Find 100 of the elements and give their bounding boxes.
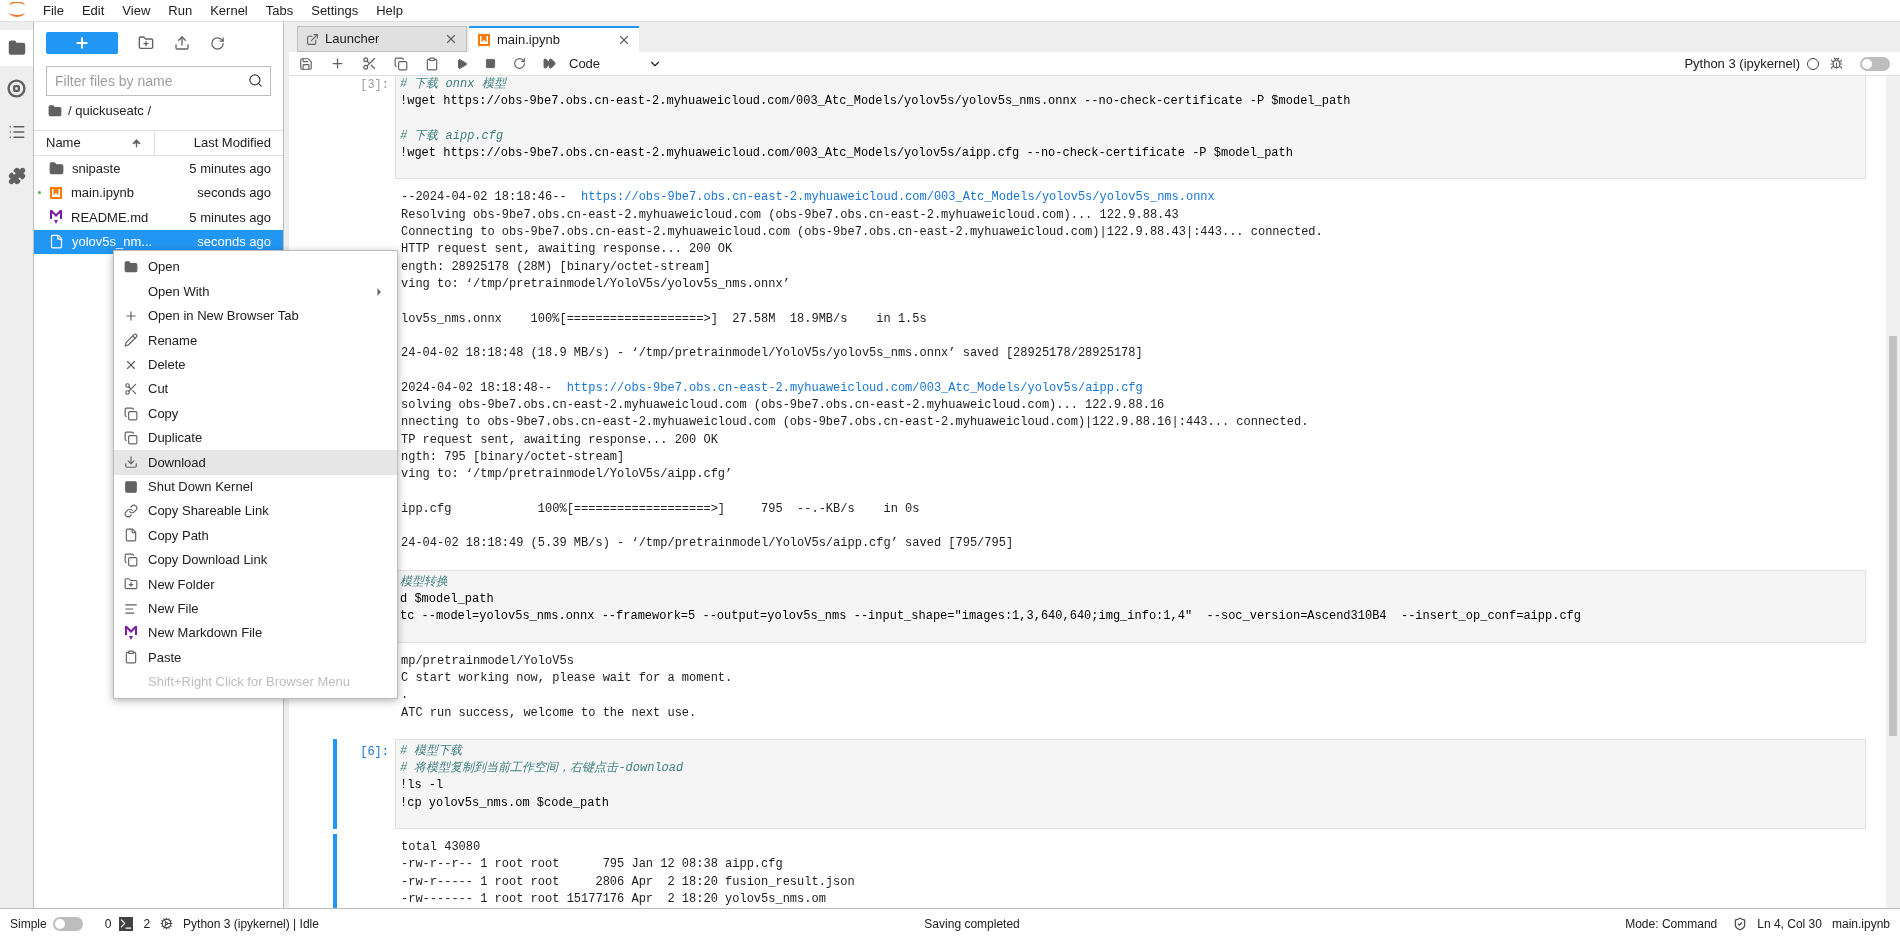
code-line: !ls -l <box>400 777 444 795</box>
menu-item[interactable]: New Folder <box>114 572 397 597</box>
output-text: nnecting to obs-9be7.obs.cn-east-2.myhuaweicloud.com (obs-9be7.obs.cn-east-2.myhuaweicloud.com)|122.9.88.16|:443... connected. <box>401 414 1309 432</box>
menu-item[interactable]: Kernel <box>201 0 257 21</box>
tab[interactable]: Launcher <box>297 26 467 52</box>
clipboard-icon[interactable] <box>425 56 439 71</box>
menu-item[interactable]: Settings <box>302 0 368 21</box>
stop-circle-icon[interactable] <box>7 78 26 98</box>
column-header[interactable]: Name <box>34 131 155 155</box>
output-text: -rw------- 1 root root 15177176 Apr 2 18:20 yolov5s_nms.om <box>401 890 826 908</box>
clipboard-icon <box>124 650 138 665</box>
file-row[interactable]: main.ipynb seconds ago <box>34 180 283 205</box>
code-comment: # 下载 aipp.cfg <box>400 127 504 145</box>
menu-item[interactable]: Run <box>159 0 202 21</box>
breadcrumb[interactable]: / quickuseatc / <box>68 101 152 121</box>
scissors-icon <box>124 382 138 397</box>
menu-item[interactable]: Cut <box>114 376 397 402</box>
scrollbar[interactable] <box>1886 76 1900 908</box>
kernel-name[interactable]: Python 3 (ipykernel) <box>1684 53 1800 74</box>
new-folder-icon[interactable] <box>138 35 154 51</box>
new-folder-icon <box>124 577 138 592</box>
markdown-icon <box>49 209 63 226</box>
menu-item[interactable]: Rename <box>114 328 397 353</box>
plus-icon[interactable] <box>330 56 345 71</box>
bug-icon[interactable] <box>1830 57 1843 70</box>
run-icon[interactable] <box>456 57 468 70</box>
menu-hint: Shift+Right Click for Browser Menu <box>147 673 351 692</box>
output-text: -rw-r----- 1 root root 2806 Apr 2 18:20 fusion_result.json <box>401 873 855 891</box>
plus-icon <box>124 308 138 323</box>
filter-field[interactable]: Filter files by name <box>46 66 271 96</box>
close-icon[interactable] <box>617 33 631 47</box>
plus-icon <box>74 35 90 51</box>
output-text: ving to: ‘/tmp/pretrainmodel/YoloV5s/yolov5s_nms.onnx’ <box>401 275 790 293</box>
notebook-icon <box>49 185 63 200</box>
output-text: ving to: ‘/tmp/pretrainmodel/YoloV5s/aipp.cfg’ <box>401 466 733 484</box>
refresh-icon[interactable] <box>210 35 225 51</box>
menu-item[interactable]: Download <box>114 450 397 475</box>
code-comment: # 下载 onnx 模型 <box>400 76 506 93</box>
active-file-name: main.ipynb <box>1831 915 1890 933</box>
menu-item[interactable]: Open in New Browser Tab <box>114 303 397 329</box>
menu-item[interactable]: View <box>113 0 160 21</box>
close-icon[interactable] <box>444 32 458 46</box>
menu-item[interactable]: Open With <box>114 279 397 304</box>
save-icon[interactable] <box>299 56 313 71</box>
upload-icon[interactable] <box>174 35 190 51</box>
output-text: Connecting to obs-9be7.obs.cn-east-2.myhuaweicloud.com (obs-9be7.obs.cn-east-2.myhuaweicloud.com)|122.9.88.43|:443... connected. <box>401 224 1323 242</box>
menu-item[interactable]: Duplicate <box>114 425 397 451</box>
cursor-position[interactable]: Ln 4, Col 30 <box>1757 914 1822 933</box>
output-link[interactable]: https://obs-9be7.obs.cn-east-2.myhuaweicloud.com/003_Atc_Models/yolov5s/yolov5s_nms.onnx <box>581 189 1215 207</box>
folder-icon[interactable] <box>7 39 26 57</box>
column-header[interactable]: Last Modified <box>155 131 283 155</box>
menu-item[interactable]: Edit <box>72 0 114 21</box>
menu-item[interactable]: Help <box>367 0 412 21</box>
debugger-toggle[interactable] <box>1860 56 1890 71</box>
file-icon <box>49 234 64 250</box>
menu-item[interactable]: Shut Down Kernel <box>114 474 397 499</box>
menu-item[interactable]: File <box>34 0 73 21</box>
folder-icon[interactable] <box>48 104 62 118</box>
menu-item[interactable]: Delete <box>114 352 397 377</box>
code-line: !cp yolov5s_nms.om $code_path <box>400 794 609 812</box>
output-text: C start working now, please wait for a moment. <box>401 669 733 687</box>
tab[interactable]: main.ipynb <box>469 26 639 52</box>
menu-item[interactable]: New File <box>114 596 397 621</box>
output-text: ength: 28925178 (28M) [binary/octet-stream] <box>401 258 711 276</box>
file-row[interactable]: README.md 5 minutes ago <box>34 205 283 230</box>
output-text: . <box>401 687 409 705</box>
pencil-icon <box>124 333 138 348</box>
menu-item[interactable]: Tabs <box>256 0 303 21</box>
output-text: HTTP request sent, awaiting response... 200 OK <box>401 241 733 259</box>
menu-item[interactable]: Copy <box>114 401 397 426</box>
notebook-icon <box>477 33 491 47</box>
file-row[interactable]: snipaste 5 minutes ago <box>34 156 283 181</box>
cell-type-dropdown[interactable]: Code <box>569 53 663 74</box>
output-text: lov5s_nms.onnx 100%[===================>] 27.58M 18.9MB/s in 1.5s <box>401 310 927 328</box>
download-icon <box>124 455 138 470</box>
copy-icon <box>124 552 138 567</box>
fast-forward-icon[interactable] <box>543 57 556 70</box>
menu-item[interactable]: Open <box>114 255 397 280</box>
kernel-status[interactable]: Python 3 (ipykernel) | Idle <box>183 914 319 933</box>
output-text: 24-04-02 18:18:49 (5.39 MB/s) - ‘/tmp/pretrainmodel/YoloV5s/aipp.cfg’ saved [795/795] <box>401 535 1014 553</box>
copy-icon[interactable] <box>394 56 408 71</box>
file-icon <box>124 528 138 543</box>
menu-item[interactable]: Paste <box>114 645 397 670</box>
simple-mode-toggle[interactable] <box>52 916 83 931</box>
menu-item[interactable]: Copy Download Link <box>114 547 397 573</box>
restart-icon[interactable] <box>513 57 526 70</box>
scissors-icon[interactable] <box>362 56 377 71</box>
puzzle-icon[interactable] <box>7 167 26 185</box>
output-link[interactable]: https://obs-9be7.obs.cn-east-2.myhuaweicloud.com/003_Atc_Models/yolov5s/aipp.cfg <box>566 379 1143 398</box>
kernel-icon <box>160 917 174 930</box>
stop-icon[interactable] <box>485 58 496 69</box>
new-launcher-button[interactable] <box>46 32 118 54</box>
output-text: mp/pretrainmodel/YoloV5s <box>401 652 574 670</box>
mode-indicator: Mode: Command <box>1625 915 1718 933</box>
output-text: ngth: 795 [binary/octet-stream] <box>401 448 625 466</box>
menu-item[interactable]: Copy Path <box>114 523 397 548</box>
code-line: !wget https://obs-9be7.obs.cn-east-2.myhuaweicloud.com/003_Atc_Models/yolov5s/yolov5s_nms.onnx --no-check-certificate -P $model_path <box>400 93 1351 111</box>
menu-item[interactable]: New Markdown File <box>114 620 397 646</box>
menu-item[interactable]: Copy Shareable Link <box>114 498 397 524</box>
list-icon[interactable] <box>7 123 26 141</box>
